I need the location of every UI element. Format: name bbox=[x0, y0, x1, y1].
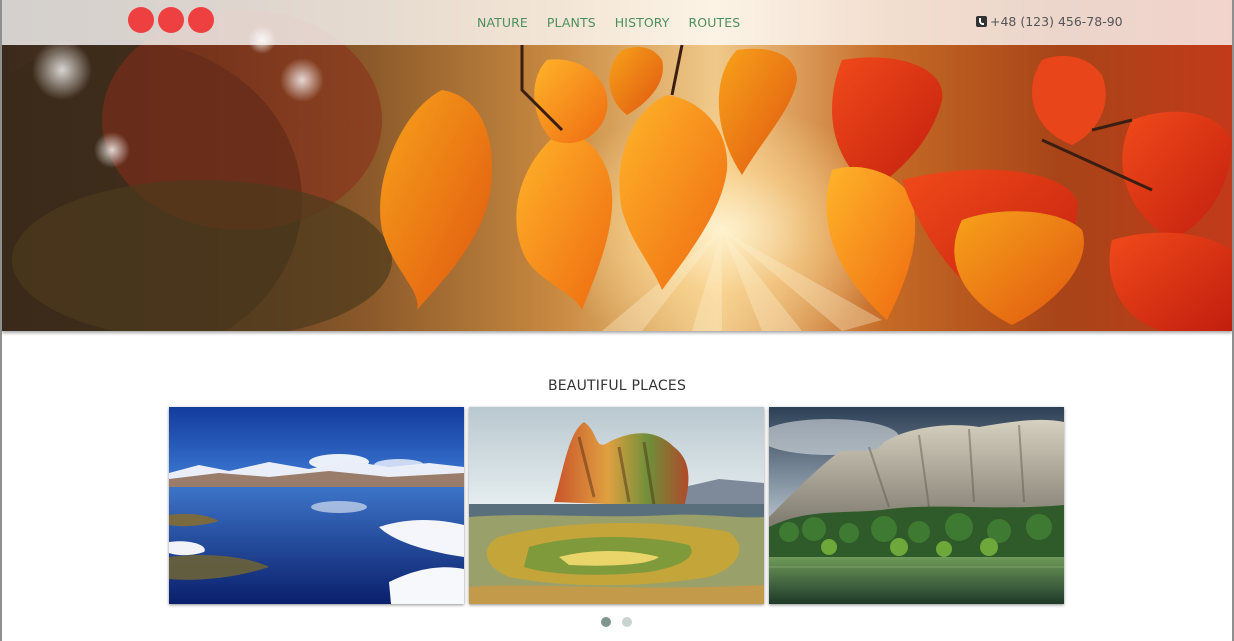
logo[interactable] bbox=[128, 7, 214, 33]
pager-dot-1[interactable] bbox=[601, 617, 611, 627]
hero-banner bbox=[2, 0, 1232, 331]
pager-dot-2[interactable] bbox=[622, 617, 632, 627]
gallery-carousel bbox=[169, 407, 1064, 604]
nav-item-routes[interactable]: ROUTES bbox=[689, 15, 741, 30]
gallery-item[interactable] bbox=[769, 407, 1064, 604]
nav-item-history[interactable]: HISTORY bbox=[615, 15, 670, 30]
phone-number: +48 (123) 456-78-90 bbox=[990, 14, 1123, 29]
nav-item-plants[interactable]: PLANTS bbox=[547, 15, 596, 30]
phone-contact[interactable]: +48 (123) 456-78-90 bbox=[976, 14, 1123, 29]
geyser-photo bbox=[469, 407, 764, 604]
section-title: BEAUTIFUL PLACES bbox=[547, 378, 687, 394]
phone-icon bbox=[976, 16, 987, 27]
valley-cliffs-photo bbox=[769, 407, 1064, 604]
logo-dot bbox=[128, 7, 154, 33]
gallery-item[interactable] bbox=[169, 407, 464, 604]
nav-item-nature[interactable]: NATURE bbox=[477, 15, 528, 30]
logo-dot bbox=[188, 7, 214, 33]
carousel-pager bbox=[601, 617, 632, 627]
gallery-item[interactable] bbox=[469, 407, 764, 604]
autumn-leaves-photo bbox=[2, 10, 1232, 331]
logo-dot bbox=[158, 7, 184, 33]
top-navbar: NATURE PLANTS HISTORY ROUTES +48 (123) 4… bbox=[0, 0, 1234, 45]
main-menu: NATURE PLANTS HISTORY ROUTES bbox=[477, 15, 740, 30]
mountain-lake-photo bbox=[169, 407, 464, 604]
